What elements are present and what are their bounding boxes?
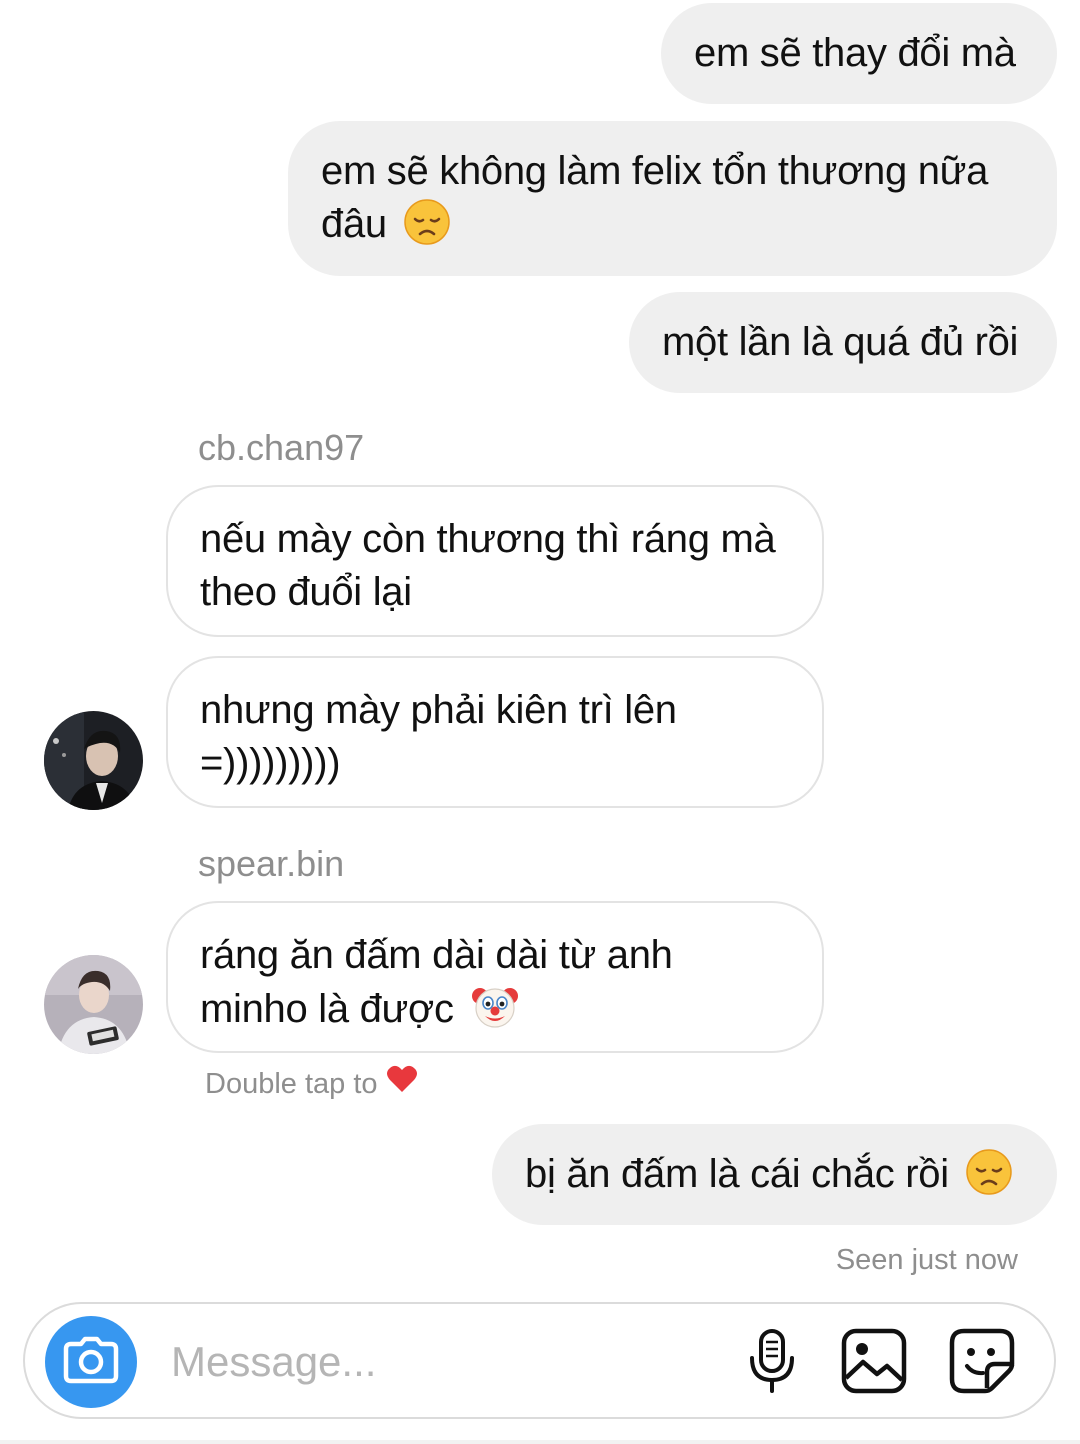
message-text: minho là được [200, 987, 454, 1031]
message-text: nhưng mày phải kiên trì lên [200, 688, 677, 732]
gallery-button[interactable] [839, 1328, 909, 1398]
sticker-icon [949, 1328, 1015, 1399]
message-input[interactable] [171, 1334, 711, 1390]
outgoing-message[interactable]: em sẽ không làm felix tổn thương nữa đâu [288, 121, 1057, 276]
incoming-message[interactable]: ráng ăn đấm dài dài từ anh minho là được [166, 901, 824, 1053]
microphone-button[interactable] [737, 1328, 807, 1398]
message-text: nếu mày còn thương thì ráng mà [200, 517, 776, 561]
sender-name: cb.chan97 [198, 427, 365, 468]
camera-icon [63, 1336, 119, 1389]
message-text: bị ăn đấm là cái chắc rồi [525, 1152, 949, 1196]
outgoing-message[interactable]: bị ăn đấm là cái chắc rồi [492, 1124, 1057, 1225]
disappointed-face-icon [965, 1149, 1012, 1209]
avatar[interactable] [44, 711, 143, 810]
red-heart-icon [386, 1064, 418, 1103]
outgoing-message[interactable]: em sẽ thay đổi mà [661, 3, 1057, 104]
message-text: em sẽ thay đổi mà [694, 31, 1016, 75]
message-text: =))))))))) [200, 741, 341, 785]
message-text: một lần là quá đủ rồi [662, 320, 1019, 364]
gallery-icon [841, 1328, 907, 1399]
sticker-button[interactable] [947, 1328, 1017, 1398]
bottom-divider [0, 1440, 1080, 1444]
outgoing-message[interactable]: một lần là quá đủ rồi [629, 292, 1057, 393]
clown-face-icon [471, 982, 519, 1044]
message-composer [23, 1302, 1056, 1419]
incoming-message[interactable]: nhưng mày phải kiên trì lên =))))))))) [166, 656, 824, 808]
hint-text: Double tap to [205, 1067, 378, 1100]
sender-name: spear.bin [198, 843, 345, 884]
message-text: đâu [321, 202, 387, 246]
microphone-icon [747, 1328, 797, 1399]
message-text: theo đuổi lại [200, 570, 412, 614]
disappointed-face-icon [403, 199, 450, 259]
double-tap-hint: Double tap to [205, 1064, 418, 1103]
incoming-message[interactable]: nếu mày còn thương thì ráng mà theo đuổi… [166, 485, 824, 637]
message-text: em sẽ không làm felix tổn thương nữa [321, 149, 989, 193]
camera-button[interactable] [45, 1316, 137, 1408]
message-text: ráng ăn đấm dài dài từ anh [200, 933, 673, 977]
seen-status: Seen just now [835, 1244, 1018, 1276]
avatar[interactable] [44, 955, 143, 1054]
